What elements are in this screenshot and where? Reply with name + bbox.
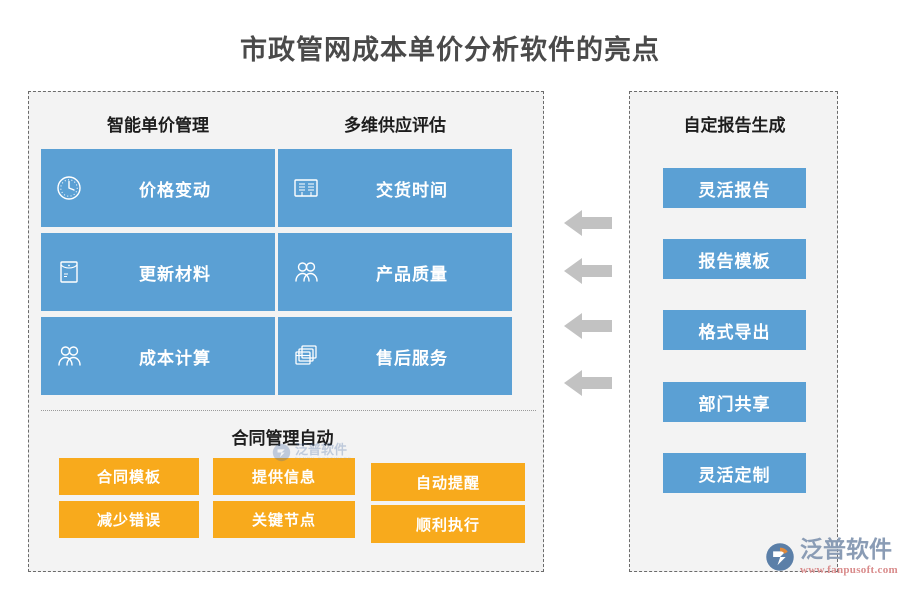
feature-card-update-material[interactable]: 更新材料 [41,233,275,311]
envelope-icon [41,257,97,287]
arrow-left-icon [562,206,614,240]
board-icon [278,173,334,203]
feature-card-price-change[interactable]: 价格变动 [41,149,275,227]
arrow-left-icon [562,309,614,343]
contract-tag-reduce-errors[interactable]: 减少错误 [59,501,199,538]
report-button-label: 报告模板 [698,251,771,271]
infographic-canvas: 市政管网成本单价分析软件的亮点 智能单价管理 多维供应评估 价格变动 交货时间 … [0,0,900,600]
contract-section: 合同管理自动 合同模板 提供信息 自动提醒 减少错误 关键节点 顺利执行 [41,410,536,560]
clock-icon [41,173,97,203]
column-header-report-generation: 自定报告生成 [683,116,786,135]
brand-name: 泛普软件 [800,536,892,562]
right-panel: 自定报告生成 灵活报告 报告模板 格式导出 部门共享 灵活定制 [629,91,838,572]
contract-section-header: 合同管理自动 [231,429,334,448]
report-button-label: 部门共享 [698,394,771,414]
feature-card-label: 成本计算 [139,348,211,368]
feature-card-delivery-time[interactable]: 交货时间 [278,149,512,227]
brand-logo: 泛普软件 www.fanpusoft.com [765,538,898,576]
report-button-flexible-report[interactable]: 灵活报告 [663,168,806,208]
contract-tag-smooth-execution[interactable]: 顺利执行 [371,505,525,543]
feature-card-label: 更新材料 [139,264,211,284]
users-icon [278,257,334,287]
feature-card-label: 价格变动 [139,180,211,200]
report-button-report-template[interactable]: 报告模板 [663,239,806,279]
feature-card-label: 交货时间 [376,180,448,200]
contract-tag-label: 提供信息 [251,469,316,486]
brand-url: www.fanpusoft.com [800,564,898,576]
contract-tag-template[interactable]: 合同模板 [59,458,199,495]
page-title: 市政管网成本单价分析软件的亮点 [240,35,660,65]
report-button-flexible-customize[interactable]: 灵活定制 [663,453,806,493]
feature-card-product-quality[interactable]: 产品质量 [278,233,512,311]
report-button-format-export[interactable]: 格式导出 [663,310,806,350]
windows-icon [278,341,334,371]
report-button-label: 灵活定制 [698,465,771,485]
contract-tag-label: 自动提醒 [415,474,480,492]
contract-tag-label: 关键节点 [251,512,316,529]
report-button-department-share[interactable]: 部门共享 [663,382,806,422]
column-header-unit-price: 智能单价管理 [107,116,209,135]
column-header-supply-eval: 多维供应评估 [344,116,446,135]
users-icon [41,341,97,371]
feature-card-label: 产品质量 [376,264,448,284]
report-button-label: 灵活报告 [698,180,771,200]
left-panel: 智能单价管理 多维供应评估 价格变动 交货时间 更新材料 产品质量 成本计算 售… [28,91,544,572]
contract-tag-key-nodes[interactable]: 关键节点 [213,501,355,538]
feature-card-after-sales[interactable]: 售后服务 [278,317,512,395]
arrow-left-icon [562,366,614,400]
feature-card-cost-calculation[interactable]: 成本计算 [41,317,275,395]
arrow-left-icon [562,254,614,288]
contract-tag-auto-remind[interactable]: 自动提醒 [371,463,525,501]
contract-tag-label: 减少错误 [96,512,161,529]
contract-tag-label: 合同模板 [96,469,161,486]
contract-tag-label: 顺利执行 [415,516,480,534]
contract-tag-provide-info[interactable]: 提供信息 [213,458,355,495]
fanpu-logo-icon [766,543,794,571]
feature-card-label: 售后服务 [376,348,448,368]
report-button-label: 格式导出 [698,322,771,342]
